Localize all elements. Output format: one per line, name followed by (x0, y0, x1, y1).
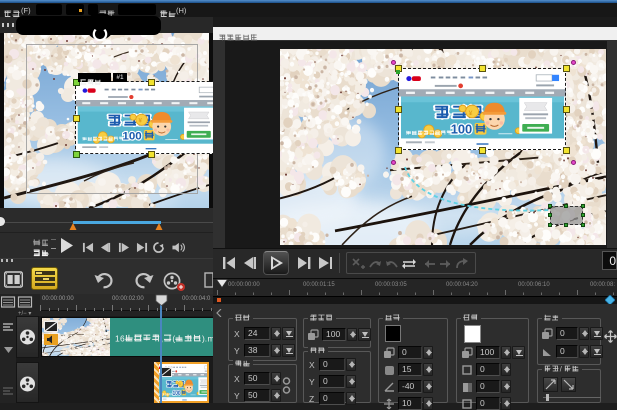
svg-text:(: ( (172, 333, 175, 343)
svg-text:/: / (560, 364, 563, 373)
svg-text:6: 6 (120, 333, 125, 343)
